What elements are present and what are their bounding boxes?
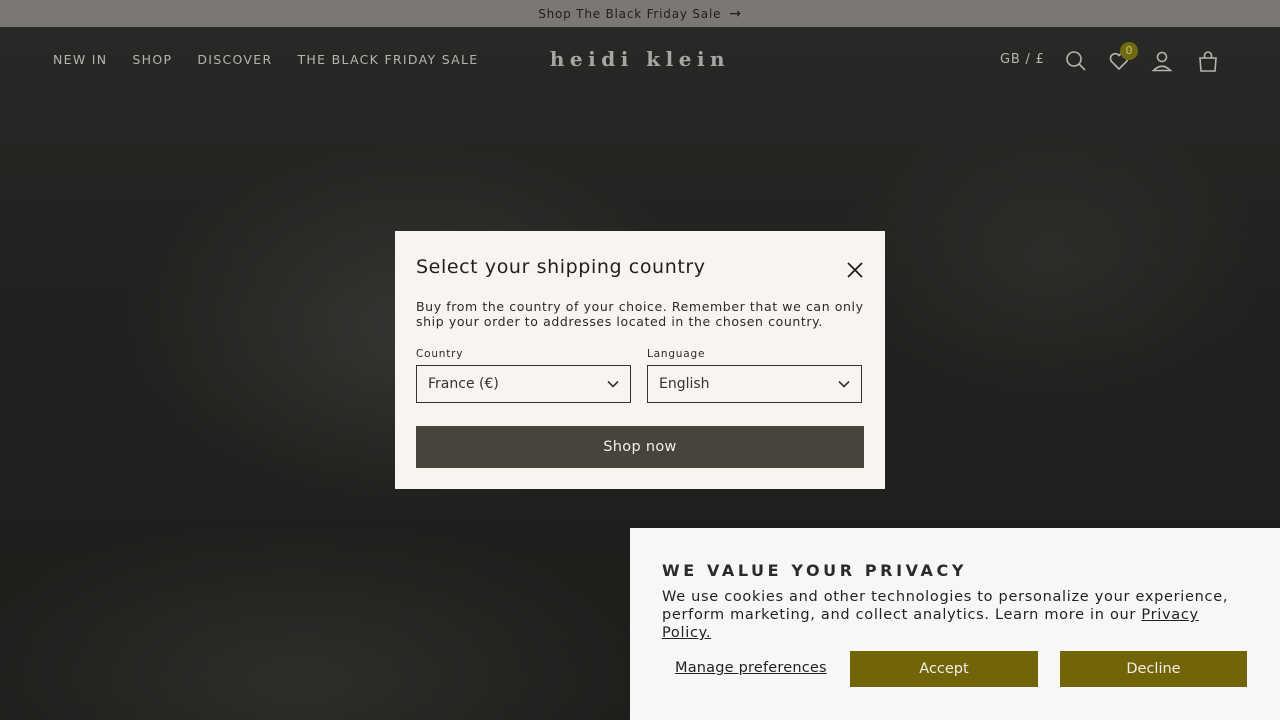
shop-now-button[interactable]: Shop now xyxy=(416,426,864,468)
bag-icon[interactable] xyxy=(1196,49,1220,73)
modal-title: Select your shipping country xyxy=(416,256,706,278)
locale-selector[interactable]: GB / £ xyxy=(1000,52,1045,67)
language-select-value: English xyxy=(659,376,710,392)
manage-preferences-link[interactable]: Manage preferences xyxy=(675,660,827,676)
accept-button[interactable]: Accept xyxy=(850,651,1038,687)
nav-item-new-in[interactable]: NEW IN xyxy=(53,52,107,67)
announcement-bar[interactable]: Shop The Black Friday Sale → xyxy=(0,0,1280,27)
nav-item-shop[interactable]: SHOP xyxy=(132,52,172,67)
privacy-title: WE VALUE YOUR PRIVACY xyxy=(662,561,968,580)
chevron-down-icon xyxy=(606,377,620,391)
language-select[interactable]: English xyxy=(647,365,862,403)
brand-logo[interactable]: heidi klein xyxy=(534,47,746,71)
close-icon[interactable] xyxy=(843,258,867,282)
site-header: NEW IN SHOP DISCOVER THE BLACK FRIDAY SA… xyxy=(0,27,1280,93)
language-label: Language xyxy=(647,348,706,360)
search-icon[interactable] xyxy=(1064,49,1088,73)
wishlist-count-badge: 0 xyxy=(1120,42,1138,60)
nav-item-discover[interactable]: DISCOVER xyxy=(197,52,272,67)
modal-description: Buy from the country of your choice. Rem… xyxy=(416,299,864,329)
privacy-text: We use cookies and other technologies to… xyxy=(662,588,1252,642)
decline-button[interactable]: Decline xyxy=(1060,651,1247,687)
announcement-text[interactable]: Shop The Black Friday Sale xyxy=(538,7,721,21)
shipping-country-modal: Select your shipping country Buy from th… xyxy=(395,231,885,489)
privacy-banner: WE VALUE YOUR PRIVACY We use cookies and… xyxy=(630,528,1280,720)
user-icon[interactable] xyxy=(1150,49,1174,73)
main-nav: NEW IN SHOP DISCOVER THE BLACK FRIDAY SA… xyxy=(53,52,478,67)
country-label: Country xyxy=(416,348,464,360)
nav-item-black-friday-sale[interactable]: THE BLACK FRIDAY SALE xyxy=(297,52,478,67)
arrow-right-icon: → xyxy=(729,5,742,22)
chevron-down-icon xyxy=(837,377,851,391)
country-select[interactable]: France (€) xyxy=(416,365,631,403)
country-select-value: France (€) xyxy=(428,376,499,392)
